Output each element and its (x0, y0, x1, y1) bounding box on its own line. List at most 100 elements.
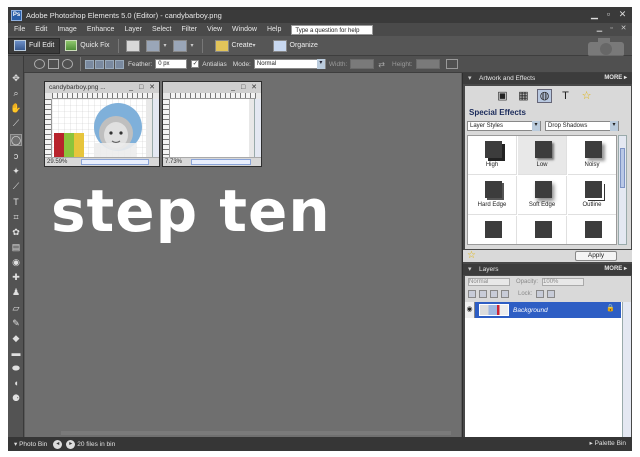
lock-transparency-icon[interactable] (536, 290, 545, 298)
menu-help[interactable]: Help (267, 26, 281, 33)
antialias-checkbox[interactable]: ✓ (191, 60, 200, 68)
rectangular-marquee-icon[interactable] (48, 59, 59, 69)
straighten-tool-icon[interactable]: ▤ (10, 241, 22, 253)
elliptical-marquee-option-icon[interactable] (62, 59, 73, 69)
subtract-selection-icon[interactable] (105, 59, 114, 69)
effect-thumbnail[interactable]: Hard Edge (468, 176, 517, 215)
favorites-star-icon[interactable]: ☆ (579, 89, 594, 103)
document-window-controls-icon[interactable]: _ □ ✕ (129, 82, 157, 93)
brush-tool-icon[interactable]: ✎ (10, 317, 22, 329)
effect-thumbnail[interactable]: High (468, 136, 517, 175)
effect-thumbnail[interactable]: Outline (568, 176, 616, 215)
hand-tool-icon[interactable]: ✋ (10, 102, 22, 114)
mode-select[interactable]: Normal (253, 59, 326, 69)
blur-tool-icon[interactable]: ◖ (10, 377, 22, 389)
cookie-cutter-tool-icon[interactable]: ✿ (10, 226, 22, 238)
doc-restore-icon[interactable]: ▫ (607, 24, 616, 33)
organize-button[interactable]: Organize (265, 38, 323, 54)
add-favorite-star-icon[interactable]: ☆ (467, 250, 476, 262)
photo-bin-toggle[interactable]: ▾ Photo Bin (14, 440, 47, 448)
magic-wand-tool-icon[interactable]: ✦ (10, 165, 22, 177)
effect-thumbnail[interactable]: Low (518, 136, 567, 175)
document-zoom-level[interactable]: 29.59% (47, 159, 67, 165)
feather-input[interactable]: 0 px (155, 59, 188, 69)
menu-filter[interactable]: Filter (181, 26, 197, 33)
red-eye-tool-icon[interactable]: ◉ (10, 256, 22, 268)
menu-window[interactable]: Window (232, 26, 257, 33)
document-window-candybarboy[interactable]: candybarboy.png ... _ □ ✕ 29.59% (44, 81, 160, 167)
frames-icon[interactable]: ▦ (516, 89, 531, 103)
adjustment-layer-icon[interactable] (479, 290, 487, 298)
artwork-panel-header[interactable]: ▾ Artwork and Effects MORE ▸ (463, 73, 632, 84)
zoom-tool-icon[interactable]: ⌕ (10, 87, 22, 99)
menu-enhance[interactable]: Enhance (87, 26, 115, 33)
document-title-bar[interactable]: candybarboy.png ... _ □ ✕ (45, 82, 159, 93)
collapse-arrow-icon[interactable]: ▾ (468, 73, 472, 84)
menu-view[interactable]: View (207, 26, 222, 33)
document-window-controls-icon[interactable]: _ □ ✕ (231, 82, 259, 93)
online-services-icon[interactable] (173, 39, 188, 52)
full-edit-button[interactable]: Full Edit (8, 37, 61, 54)
help-search-input[interactable]: Type a question for help (291, 24, 374, 35)
move-tool-icon[interactable]: ✥ (10, 72, 22, 84)
apply-button[interactable]: Apply (575, 251, 617, 261)
menu-image[interactable]: Image (57, 26, 76, 33)
layer-row-background[interactable]: ◉ Background 🔒 (465, 302, 621, 318)
effects-style-select[interactable]: Drop Shadows (545, 121, 619, 131)
layers-more-button[interactable]: MORE ▸ (604, 264, 627, 275)
print-icon[interactable] (126, 39, 141, 52)
menu-file[interactable]: File (14, 26, 25, 33)
eraser-tool-icon[interactable]: ▱ (10, 302, 22, 314)
new-layer-icon[interactable] (468, 290, 476, 298)
menu-layer[interactable]: Layer (124, 26, 142, 33)
intersect-selection-icon[interactable] (115, 59, 124, 69)
document-image[interactable] (52, 99, 146, 159)
effect-thumbnail[interactable] (568, 216, 616, 244)
effect-thumbnail[interactable]: Noisy (568, 136, 616, 175)
close-icon[interactable]: ✕ (617, 9, 628, 20)
document-image[interactable] (170, 99, 249, 159)
effect-thumbnail[interactable] (518, 216, 567, 244)
marquee-tool-icon[interactable]: ◯ (10, 134, 22, 146)
document-vertical-scrollbar[interactable] (254, 99, 261, 159)
layers-scrollbar[interactable] (622, 302, 631, 437)
effects-scrollbar[interactable] (618, 135, 627, 245)
visibility-eye-icon[interactable]: ◉ (465, 302, 475, 318)
palette-bin-toggle[interactable]: ▸ Palette Bin (589, 437, 626, 451)
selection-brush-tool-icon[interactable]: ⟋ (10, 180, 22, 192)
sponge-tool-icon[interactable]: ⚈ (10, 392, 22, 404)
document-horizontal-scrollbar[interactable] (81, 159, 149, 165)
clone-stamp-tool-icon[interactable]: ♟ (10, 286, 22, 298)
lasso-tool-icon[interactable]: ↄ (10, 150, 22, 162)
doc-minimize-icon[interactable]: ▁ (595, 24, 604, 33)
eyedropper-tool-icon[interactable]: ⟋ (10, 117, 22, 129)
text-effects-icon[interactable]: T (558, 89, 573, 103)
previous-photo-icon[interactable]: ◂ (53, 439, 63, 449)
document-vertical-scrollbar[interactable] (152, 99, 159, 159)
effects-category-select[interactable]: Layer Styles (467, 121, 541, 131)
effects-scroll-thumb[interactable] (620, 148, 625, 188)
gradient-tool-icon[interactable]: ▬ (10, 347, 22, 359)
new-selection-icon[interactable] (85, 59, 94, 69)
collapse-arrow-icon[interactable]: ▾ (468, 264, 472, 275)
menu-edit[interactable]: Edit (35, 26, 47, 33)
doc-close-icon[interactable]: ✕ (619, 24, 628, 33)
delete-layer-icon[interactable] (490, 290, 498, 298)
layers-panel-header[interactable]: ▾ Layers MORE ▸ (463, 264, 632, 275)
maximize-icon[interactable]: ▫ (603, 9, 614, 20)
document-window-second[interactable]: _ □ ✕ 7.73% (162, 81, 262, 167)
menu-select[interactable]: Select (152, 26, 171, 33)
document-zoom-level[interactable]: 7.73% (165, 159, 182, 165)
share-dropdown-icon[interactable]: ▾ (163, 42, 166, 49)
document-horizontal-scrollbar[interactable] (191, 159, 251, 165)
healing-brush-tool-icon[interactable]: ✚ (10, 271, 22, 283)
crop-tool-icon[interactable]: ⌗ (10, 211, 22, 223)
next-photo-icon[interactable]: ▸ (66, 439, 76, 449)
refine-edge-icon[interactable] (445, 59, 458, 69)
minimize-icon[interactable]: ▁ (589, 9, 600, 20)
elliptical-marquee-icon[interactable] (34, 59, 45, 69)
effects-icon[interactable]: ◍ (537, 89, 552, 103)
share-icon[interactable] (146, 39, 161, 52)
online-dropdown-icon[interactable]: ▾ (190, 42, 193, 49)
backgrounds-icon[interactable]: ▣ (495, 89, 510, 103)
